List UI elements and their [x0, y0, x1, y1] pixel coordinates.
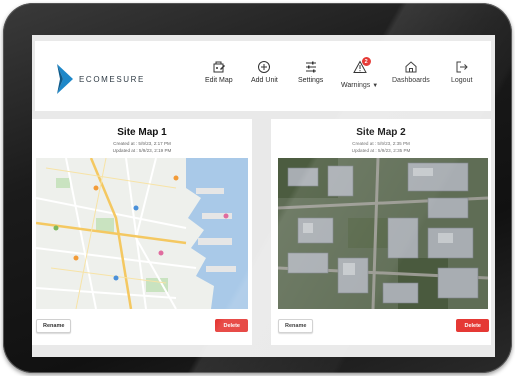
nav-label-warnings: Warnings ▼: [341, 82, 379, 89]
delete-button[interactable]: Delete: [215, 319, 248, 332]
nav-label-edit-map: Edit Map: [205, 77, 233, 84]
updated-at: Updated at : 5/9/23, 2:35 PM: [351, 148, 411, 153]
nav-edit-map[interactable]: Edit Map: [205, 60, 233, 84]
site-map-card-1: Site Map 1 Created at : 5/9/23, 2:17 PM …: [32, 119, 252, 345]
ecomesure-logo-icon: [57, 64, 73, 94]
chevron-down-icon: ▼: [372, 83, 379, 89]
add-circle-icon: [258, 61, 271, 73]
card-title: Site Map 2: [356, 127, 406, 138]
delete-button[interactable]: Delete: [456, 319, 489, 332]
rename-button[interactable]: Rename: [278, 319, 314, 333]
nav-warnings[interactable]: 2 Warnings ▼: [341, 57, 379, 89]
updated-at: Updated at : 5/9/23, 2:19 PM: [112, 148, 172, 153]
created-at: Created at : 5/9/23, 2:17 PM: [113, 141, 171, 146]
nav-add-unit[interactable]: Add Unit: [251, 60, 278, 84]
nav-label-dashboards: Dashboards: [392, 77, 430, 84]
top-navbar: ECOMESURE Edit Map Add Unit Settings 2 W…: [35, 41, 491, 111]
nav-label-logout: Logout: [451, 77, 473, 84]
brand-name: ECOMESURE: [79, 75, 145, 84]
nav-settings[interactable]: Settings: [298, 60, 323, 84]
nav-label-add-unit: Add Unit: [251, 77, 278, 84]
created-at: Created at : 5/9/23, 2:35 PM: [352, 141, 410, 146]
nav-dashboards[interactable]: Dashboards: [392, 60, 430, 84]
card-title: Site Map 1: [117, 127, 167, 138]
logout-icon: [456, 61, 468, 73]
site-map-card-2: Site Map 2 Created at : 5/9/23, 2:35 PM …: [271, 119, 491, 345]
rename-button[interactable]: Rename: [36, 319, 72, 333]
tablet-frame: ECOMESURE Edit Map Add Unit Settings 2 W…: [3, 3, 512, 373]
nav-logout[interactable]: Logout: [451, 60, 472, 84]
street-map-thumbnail[interactable]: [36, 158, 248, 309]
warnings-count-badge: 2: [361, 57, 371, 66]
satellite-map-thumbnail[interactable]: [278, 158, 488, 309]
sliders-icon: [305, 61, 316, 73]
app-screen: ECOMESURE Edit Map Add Unit Settings 2 W…: [32, 35, 495, 357]
nav-label-settings: Settings: [298, 77, 324, 84]
home-icon: [405, 61, 417, 73]
edit-map-icon: [213, 61, 225, 73]
